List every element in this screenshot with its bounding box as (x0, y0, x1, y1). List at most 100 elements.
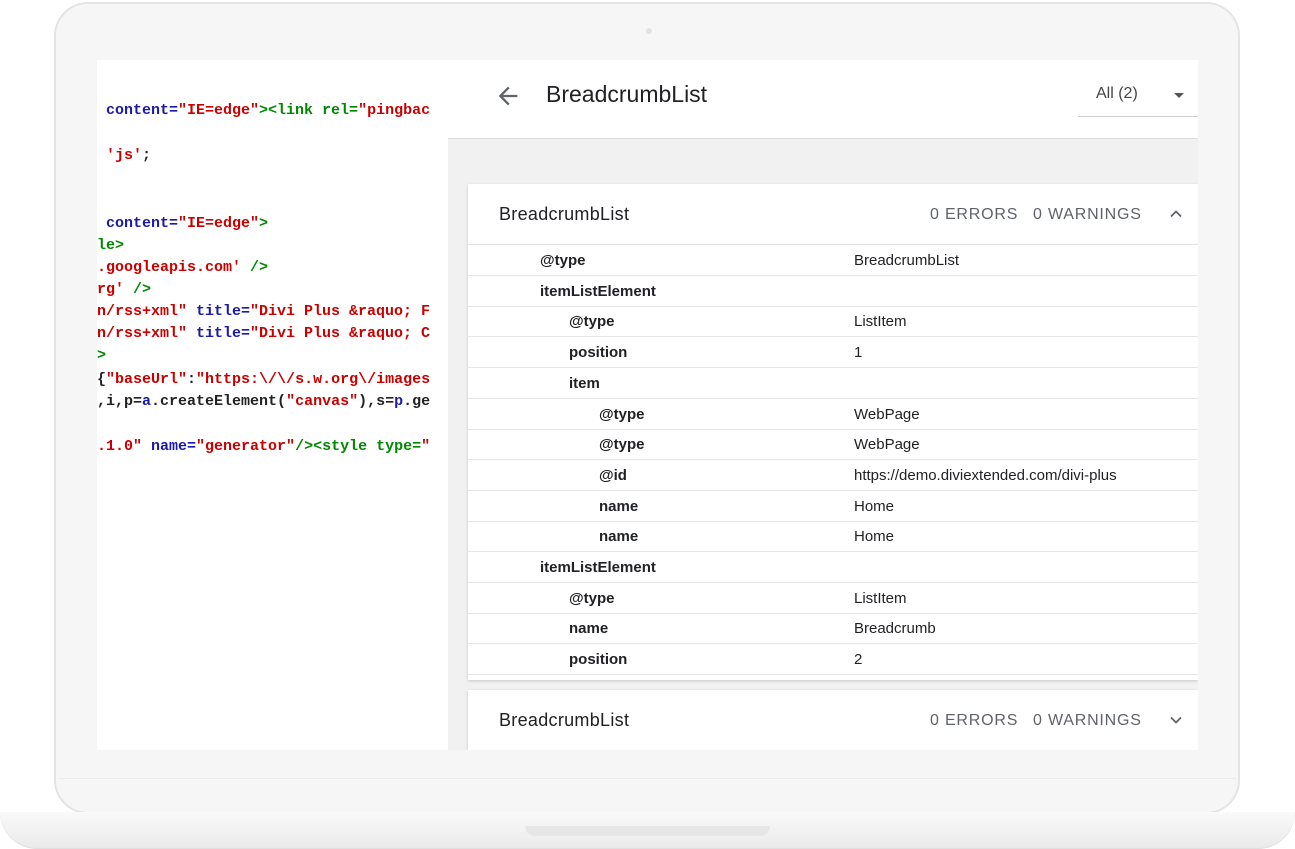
table-row: itemListElement (468, 552, 1198, 583)
result-card: BreadcrumbList 0 ERRORS 0 WARNINGS @type… (468, 184, 1198, 680)
code-line: .googleapis.com' /> (97, 259, 268, 277)
table-row: item (468, 368, 1198, 399)
camera-icon (646, 28, 652, 34)
code-line: {"baseUrl":"https:\/\/s.w.org\/images (97, 371, 430, 389)
code-token: { (97, 371, 107, 388)
code-token: .googleapis.com' (97, 259, 242, 276)
table-row: position 1 (468, 337, 1198, 369)
code-token: 'js' (97, 147, 143, 164)
table-row: position 2 (468, 644, 1198, 676)
table-row: @id https://demo.diviextended.com/divi-pl… (468, 460, 1198, 491)
code-token: > (97, 347, 107, 364)
code-token: .createElement( (151, 393, 287, 410)
property-key: @type (569, 589, 615, 607)
code-token: "https:\/\/s.w.org\/images (196, 371, 431, 388)
property-value: ListItem (854, 589, 907, 607)
code-token: ,i,p= (97, 393, 143, 410)
code-token: n/rss+xml" (97, 303, 188, 320)
code-token: .1.0" (97, 438, 143, 455)
code-token: title= (187, 325, 251, 342)
code-token: le> (97, 237, 125, 254)
property-key: position (569, 344, 628, 362)
property-key: itemListElement (540, 282, 656, 300)
property-value: 1 (854, 344, 863, 362)
code-token: "canvas" (286, 393, 359, 410)
code-token: .ge (403, 393, 431, 410)
table-row: @type ListItem (468, 306, 1198, 338)
screen: content="IE=edge"><link rel="pingbac 'js… (97, 60, 1198, 750)
code-line: content="IE=edge"><link rel="pingbac (97, 102, 430, 120)
code-line: > (97, 347, 106, 365)
property-value: WebPage (854, 405, 920, 423)
code-token: " (421, 438, 431, 455)
warnings-count: 0 WARNINGS (1033, 712, 1142, 729)
code-token: "generator" (196, 438, 296, 455)
dropdown-caret-icon (1174, 93, 1184, 98)
results-header: BreadcrumbList All (2) (448, 60, 1198, 139)
warnings-count: 0 WARNINGS (1033, 206, 1142, 223)
code-line: 'js'; (97, 147, 151, 165)
property-key: name (569, 620, 609, 638)
source-code-panel[interactable]: content="IE=edge"><link rel="pingbac 'js… (97, 60, 449, 750)
code-token: /><style type= (295, 438, 422, 455)
property-value: https://demo.diviextended.com/divi-plus (854, 466, 1117, 484)
code-token: "pingbac (358, 102, 431, 119)
property-key: @type (599, 436, 645, 454)
card-title: BreadcrumbList (499, 204, 630, 224)
code-line: content="IE=edge"> (97, 215, 268, 233)
code-token: ),s= (358, 393, 395, 410)
code-line: n/rss+xml" title="Divi Plus &raquo; F (97, 303, 430, 321)
filter-label: All (2) (1096, 85, 1138, 102)
code-line: le> (97, 237, 124, 255)
property-value: BreadcrumbList (854, 252, 960, 269)
property-key: itemListElement (540, 559, 656, 576)
code-line: rg' /> (97, 281, 151, 299)
laptop-chin (58, 778, 1236, 779)
errors-count: 0 ERRORS (930, 712, 1019, 729)
table-row: @type WebPage (468, 399, 1198, 430)
chevron-down-icon[interactable] (1168, 712, 1184, 728)
code-token: ><link rel= (259, 102, 359, 119)
code-token: name= (142, 438, 197, 455)
page-title: BreadcrumbList (546, 81, 708, 107)
code-token: "baseUrl" (106, 371, 188, 388)
code-line: n/rss+xml" title="Divi Plus &raquo; C (97, 325, 430, 343)
code-token: ; (142, 147, 152, 164)
table-row: name Breadcrumb (468, 613, 1198, 645)
code-token: /> (124, 281, 152, 298)
table-row: @type BreadcrumbList (468, 245, 1198, 276)
property-key: item (569, 374, 600, 392)
code-token: > (259, 215, 269, 232)
filter-dropdown[interactable]: All (2) (1078, 74, 1198, 117)
result-card: BreadcrumbList 0 ERRORS 0 WARNINGS (468, 690, 1198, 750)
property-value: Breadcrumb (854, 620, 936, 638)
code-token: n/rss+xml" (97, 325, 188, 342)
table-row: @type ListItem (468, 583, 1198, 614)
property-key: name (599, 497, 639, 515)
property-key: @type (599, 405, 645, 423)
property-key: @type (540, 252, 586, 269)
code-line: ,i,p=a.createElement("canvas"),s=p.ge (97, 393, 430, 411)
laptop-notch (525, 826, 770, 836)
property-value: Home (854, 528, 895, 546)
property-key: @type (569, 313, 615, 331)
property-key: name (599, 528, 639, 546)
card-header[interactable]: BreadcrumbList 0 ERRORS 0 WARNINGS (468, 690, 1198, 750)
code-token: "Divi Plus &raquo; C (250, 325, 431, 342)
code-token: p (394, 393, 404, 410)
code-token: /> (241, 259, 269, 276)
table-row: @type WebPage (468, 429, 1198, 461)
table-row: name Home (468, 521, 1198, 553)
card-title: BreadcrumbList (499, 710, 630, 730)
chevron-up-icon[interactable] (1168, 206, 1184, 222)
code-token: : (187, 371, 197, 388)
code-token: "IE=edge" (178, 102, 260, 119)
code-token: a (142, 393, 152, 410)
property-value: WebPage (854, 436, 920, 454)
card-header[interactable]: BreadcrumbList 0 ERRORS 0 WARNINGS (468, 184, 1198, 245)
code-token: rg' (97, 281, 125, 298)
code-token: content= (97, 215, 179, 232)
code-token: "IE=edge" (178, 215, 260, 232)
code-token: "Divi Plus &raquo; F (250, 303, 431, 320)
arrow-back-icon[interactable] (494, 82, 522, 110)
